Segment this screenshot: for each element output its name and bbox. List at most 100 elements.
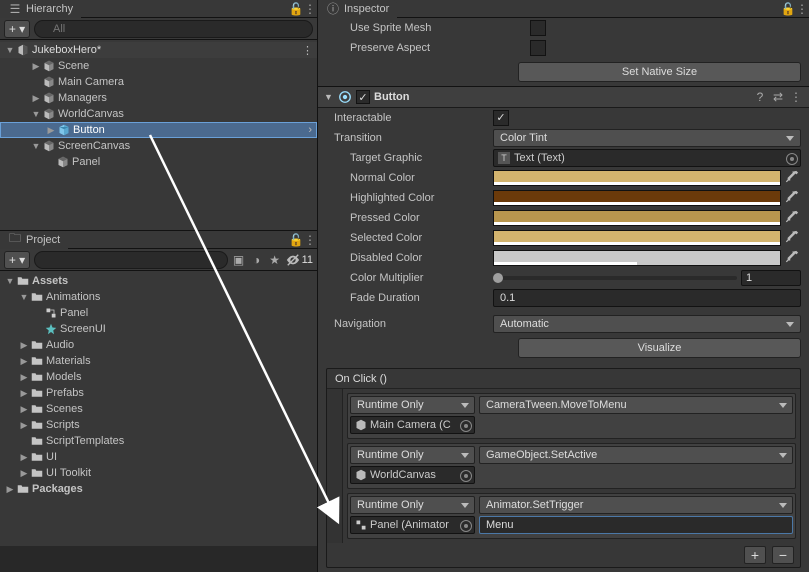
hierarchy-item[interactable]: ▼WorldCanvas: [0, 106, 317, 122]
use-sprite-mesh-checkbox[interactable]: [530, 20, 546, 36]
expand-icon[interactable]: ▶: [18, 388, 30, 399]
lock-icon[interactable]: 🔓: [781, 2, 795, 16]
favorite-icon[interactable]: ★: [268, 253, 282, 267]
more-icon[interactable]: ⋮: [303, 2, 317, 16]
object-picker-icon[interactable]: [460, 470, 472, 482]
selected-color-field[interactable]: [493, 230, 781, 246]
navigation-dropdown[interactable]: Automatic: [493, 315, 801, 333]
create-button[interactable]: + ▾: [4, 20, 30, 38]
inspector-tab[interactable]: ⓘ Inspector: [318, 0, 397, 18]
help-icon[interactable]: ?: [753, 90, 767, 104]
more-icon[interactable]: ⋮: [303, 233, 317, 247]
color-multiplier-slider[interactable]: [493, 276, 737, 280]
disabled-color-field[interactable]: [493, 250, 781, 266]
expand-icon[interactable]: ▶: [18, 372, 30, 383]
pressed-color-field[interactable]: [493, 210, 781, 226]
target-graphic-field[interactable]: TText (Text): [493, 149, 801, 167]
fade-duration-field[interactable]: 0.1: [493, 289, 801, 307]
filter-icon-2[interactable]: ◑: [250, 253, 264, 267]
expand-icon[interactable]: ▶: [18, 340, 30, 351]
expand-icon[interactable]: ▶: [18, 404, 30, 415]
project-item[interactable]: ▶Audio: [0, 337, 317, 353]
scene-row[interactable]: ▼ JukeboxHero* ⋮: [0, 42, 317, 58]
project-item[interactable]: ▶Scripts: [0, 417, 317, 433]
expand-icon[interactable]: ▼: [18, 292, 30, 302]
lock-icon[interactable]: 🔓: [289, 233, 303, 247]
expand-icon[interactable]: ▼: [30, 141, 42, 151]
event-target-field[interactable]: WorldCanvas: [350, 466, 475, 484]
event-argument-field[interactable]: Menu: [479, 516, 793, 534]
expand-icon[interactable]: ▶: [45, 125, 57, 136]
chevron-right-icon[interactable]: ›: [308, 124, 312, 136]
hierarchy-item[interactable]: ▶Scene: [0, 58, 317, 74]
project-create-button[interactable]: + ▾: [4, 251, 30, 269]
project-item[interactable]: ▶Materials: [0, 353, 317, 369]
expand-icon[interactable]: ▼: [30, 109, 42, 119]
lock-icon[interactable]: 🔓: [289, 2, 303, 16]
function-dropdown[interactable]: Animator.SetTrigger: [479, 496, 793, 514]
transition-dropdown[interactable]: Color Tint: [493, 129, 801, 147]
project-item[interactable]: ScriptTemplates: [0, 433, 317, 449]
project-item[interactable]: ▶Prefabs: [0, 385, 317, 401]
normal-color-field[interactable]: [493, 170, 781, 186]
project-search-input[interactable]: [34, 251, 228, 269]
project-tab[interactable]: 🗀 Project: [0, 231, 68, 249]
packages-folder[interactable]: ▶ Packages: [0, 481, 317, 497]
more-icon[interactable]: ⋮: [789, 90, 803, 104]
interactable-checkbox[interactable]: [493, 110, 509, 126]
project-item[interactable]: ▶UI: [0, 449, 317, 465]
function-dropdown[interactable]: CameraTween.MoveToMenu: [479, 396, 793, 414]
expand-icon[interactable]: ▶: [30, 61, 42, 72]
add-event-button[interactable]: +: [744, 546, 766, 564]
expand-icon[interactable]: ▶: [18, 420, 30, 431]
project-item[interactable]: ScreenUI: [0, 321, 317, 337]
function-dropdown[interactable]: GameObject.SetActive: [479, 446, 793, 464]
expand-icon[interactable]: ▶: [18, 468, 30, 479]
eyedropper-icon[interactable]: [785, 190, 801, 206]
hierarchy-item[interactable]: ▼ScreenCanvas: [0, 138, 317, 154]
highlighted-color-field[interactable]: [493, 190, 781, 206]
callstate-dropdown[interactable]: Runtime Only: [350, 446, 475, 464]
hierarchy-search-input[interactable]: [34, 20, 313, 38]
filter-icon[interactable]: ▣: [232, 253, 246, 267]
event-target-field[interactable]: Main Camera (C: [350, 416, 475, 434]
eyedropper-icon[interactable]: [785, 170, 801, 186]
eyedropper-icon[interactable]: [785, 210, 801, 226]
visualize-button[interactable]: Visualize: [518, 338, 801, 358]
callstate-dropdown[interactable]: Runtime Only: [350, 396, 475, 414]
set-native-size-button[interactable]: Set Native Size: [518, 62, 801, 82]
eyedropper-icon[interactable]: [785, 230, 801, 246]
object-picker-icon[interactable]: [460, 520, 472, 532]
hidden-count[interactable]: 11: [286, 253, 313, 267]
assets-folder[interactable]: ▼ Assets: [0, 273, 317, 289]
hierarchy-item[interactable]: Panel: [0, 154, 317, 170]
project-item[interactable]: ▶UI Toolkit: [0, 465, 317, 481]
project-item[interactable]: ▼Animations: [0, 289, 317, 305]
folder-icon: [30, 418, 44, 432]
project-item[interactable]: ▶Models: [0, 369, 317, 385]
event-target-field[interactable]: Panel (Animator: [350, 516, 475, 534]
preset-icon[interactable]: ⇄: [771, 90, 785, 104]
color-multiplier-value[interactable]: 1: [741, 270, 801, 286]
reorder-handle-column[interactable]: [327, 389, 343, 543]
preserve-aspect-checkbox[interactable]: [530, 40, 546, 56]
hierarchy-item[interactable]: ▶Button›: [0, 122, 317, 138]
expand-icon[interactable]: ▶: [18, 452, 30, 463]
hierarchy-item[interactable]: Main Camera: [0, 74, 317, 90]
expand-icon[interactable]: ▶: [18, 356, 30, 367]
expand-icon[interactable]: ▶: [30, 93, 42, 104]
object-picker-icon[interactable]: [786, 153, 798, 165]
hierarchy-tab[interactable]: ☰ Hierarchy: [0, 0, 81, 18]
project-item[interactable]: ▶Scenes: [0, 401, 317, 417]
eyedropper-icon[interactable]: [785, 250, 801, 266]
button-enabled-checkbox[interactable]: [356, 90, 370, 104]
object-picker-icon[interactable]: [460, 420, 472, 432]
project-item[interactable]: Panel: [0, 305, 317, 321]
hierarchy-item[interactable]: ▶Managers: [0, 90, 317, 106]
callstate-dropdown[interactable]: Runtime Only: [350, 496, 475, 514]
scene-more-icon[interactable]: ⋮: [302, 44, 313, 57]
remove-event-button[interactable]: −: [772, 546, 794, 564]
button-component-header[interactable]: ▼ Button ? ⇄ ⋮: [318, 86, 809, 108]
expand-icon[interactable]: ▼: [324, 92, 334, 102]
more-icon[interactable]: ⋮: [795, 2, 809, 16]
